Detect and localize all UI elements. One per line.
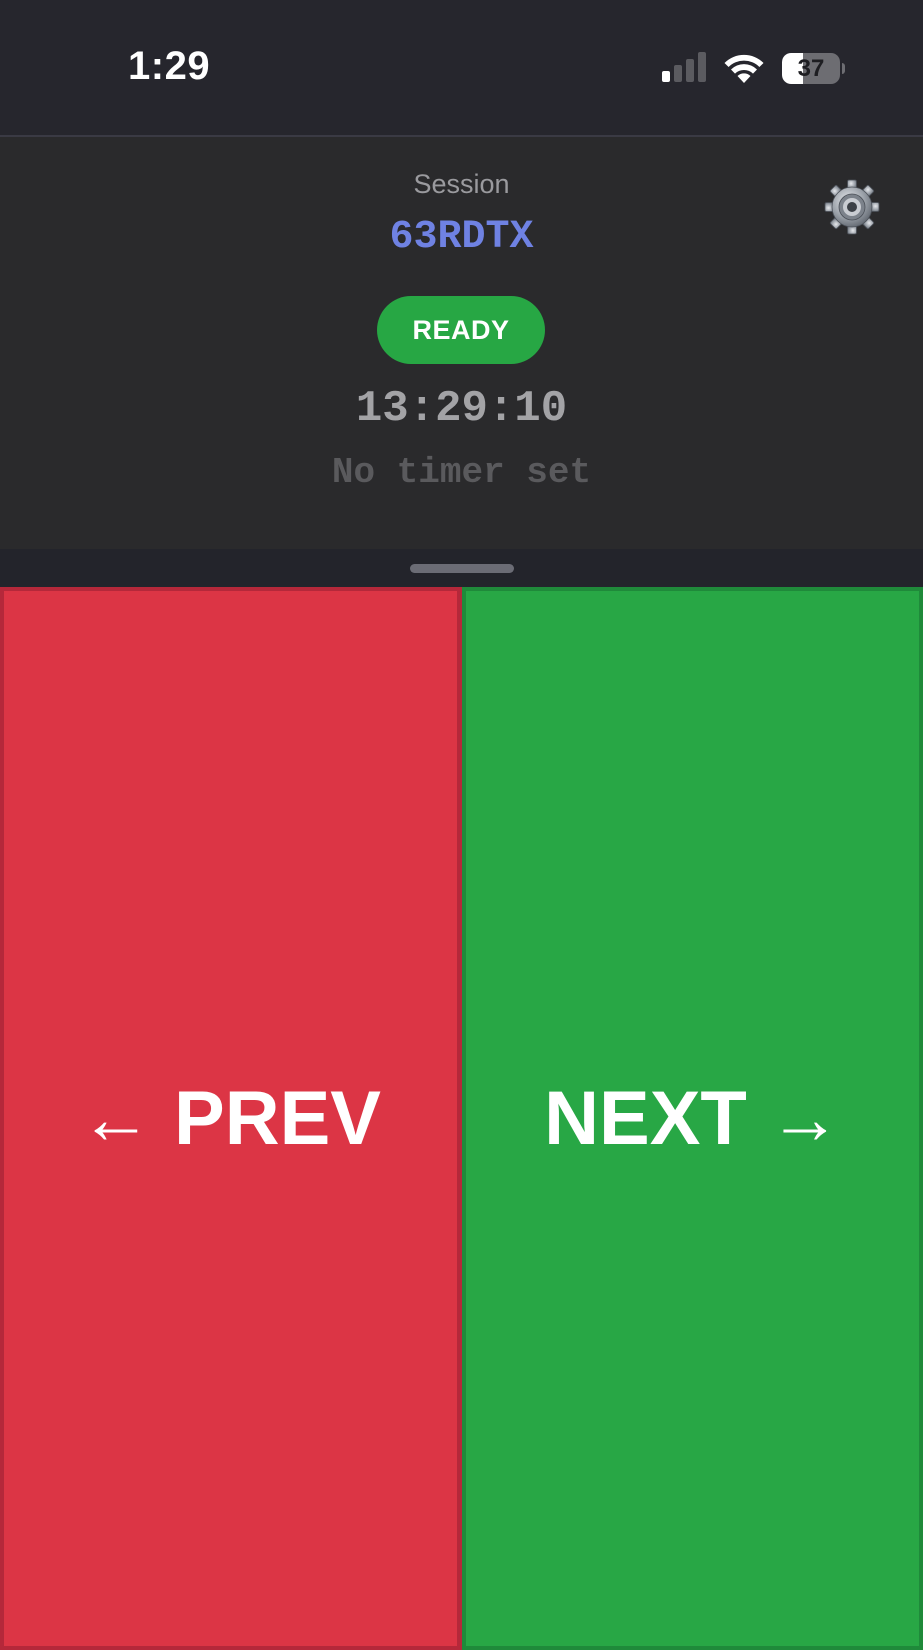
status-time: 1:29 bbox=[128, 44, 211, 88]
prev-button[interactable]: ← PREV bbox=[0, 587, 462, 1650]
status-bar: 1:29 37 bbox=[0, 0, 923, 137]
battery-percent: 37 bbox=[797, 55, 825, 82]
session-code: 63RDTX bbox=[389, 215, 534, 260]
timer-status: No timer set bbox=[331, 452, 592, 493]
app-screen: 1:29 37 Session 63RDTX READY 13:29:10 No… bbox=[0, 0, 923, 1650]
cellular-signal-icon bbox=[662, 52, 706, 82]
arrow-left-icon: ← bbox=[80, 1078, 153, 1159]
prev-button-label: PREV bbox=[174, 1076, 381, 1161]
session-header: Session 63RDTX READY 13:29:10 No timer s… bbox=[0, 137, 923, 549]
settings-button[interactable] bbox=[822, 177, 882, 237]
next-button-label: NEXT bbox=[544, 1076, 747, 1161]
arrow-right-icon: → bbox=[768, 1078, 841, 1159]
drag-handle[interactable] bbox=[410, 564, 514, 573]
status-badge: READY bbox=[377, 296, 545, 364]
session-label: Session bbox=[413, 169, 510, 199]
drag-handle-bar[interactable] bbox=[0, 549, 923, 587]
battery-icon: 37 bbox=[782, 53, 845, 85]
wifi-icon bbox=[724, 54, 764, 83]
gear-icon bbox=[824, 179, 880, 235]
next-button[interactable]: NEXT → bbox=[462, 587, 923, 1650]
current-time-clock: 13:29:10 bbox=[355, 384, 568, 434]
